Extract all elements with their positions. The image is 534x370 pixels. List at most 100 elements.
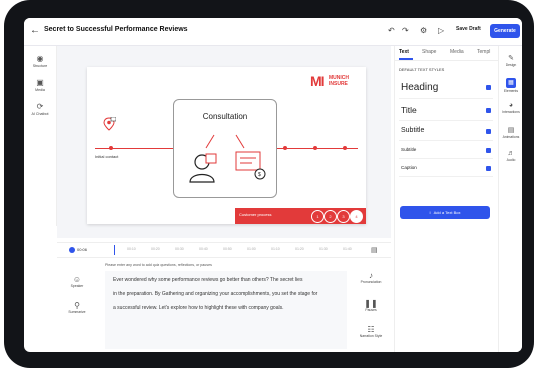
design-icon: ✎: [508, 55, 514, 62]
narration-style-button[interactable]: ☷ Narration Style: [351, 325, 391, 338]
narration-script-editor[interactable]: Ever wondered why some performance revie…: [105, 271, 347, 349]
rail-item-interactions[interactable]: ◕ Interactions: [499, 102, 522, 114]
speaker-avatar-icon: ☺: [72, 275, 82, 284]
style-toggle[interactable]: [486, 148, 491, 153]
step-4[interactable]: 4: [350, 210, 363, 223]
left-rail: ◉ Structure ▣ Media ⟳ AI Chatbot: [24, 46, 57, 226]
tool-label: Pauses: [365, 308, 377, 312]
style-toggle[interactable]: [486, 85, 491, 90]
interactions-icon: ◕: [508, 102, 514, 109]
page-title: Secret to Successful Performance Reviews: [44, 26, 188, 33]
style-caption-label: Caption: [401, 165, 417, 170]
rail-item-audio[interactable]: ♬ Audio: [499, 150, 522, 162]
tab-templates[interactable]: Templ: [477, 49, 490, 55]
tab-text[interactable]: Text: [399, 49, 409, 55]
script-line: a successful review. Let's explore how t…: [113, 305, 284, 311]
rail-label: Design: [505, 63, 517, 67]
rail-item-animations[interactable]: ▤ Animations: [499, 126, 522, 139]
step-3[interactable]: 3: [337, 210, 350, 223]
rail-label: Structure: [32, 64, 48, 68]
summarize-button[interactable]: ⚲ Summarize: [57, 301, 97, 314]
properties-panel: Text Shape Media Templ DEFAULT TEXT STYL…: [394, 46, 499, 352]
add-text-box-button[interactable]: I Add a Text Box: [400, 206, 490, 219]
initial-contact-label: Initial contact: [95, 154, 119, 159]
timeline-tick: 00:40: [199, 247, 208, 251]
playhead[interactable]: [114, 245, 115, 255]
editor-canvas: MI MUNICH INSURE Initial contact Consulta…: [57, 46, 391, 238]
customer-process-label: Customer process: [239, 212, 272, 217]
rail-label: AI Chatbot: [31, 112, 49, 116]
save-draft-button[interactable]: Save Draft: [456, 26, 481, 32]
script-line: in the preparation. By Gathering and org…: [113, 291, 318, 297]
rail-label: Elements: [503, 89, 519, 93]
tab-shape[interactable]: Shape: [422, 49, 436, 55]
timeline-tick: 00:50: [223, 247, 232, 251]
style-heading-label: Heading: [401, 82, 439, 93]
timeline-tick: 01:30: [319, 247, 328, 251]
tab-media[interactable]: Media: [450, 49, 464, 55]
consultation-box[interactable]: Consultation $: [173, 99, 277, 198]
rail-item-media[interactable]: ▣ Media: [24, 78, 56, 92]
step-1[interactable]: 1: [311, 210, 324, 223]
play-icon[interactable]: [69, 247, 75, 253]
rail-label: Audio: [506, 158, 516, 162]
slide[interactable]: MI MUNICH INSURE Initial contact Consulta…: [87, 67, 366, 224]
svg-text:$: $: [258, 172, 261, 178]
narration-panel: 00:06 00:10 00:20 00:30 00:40 00:50 01:0…: [57, 242, 391, 352]
narration-style-icon: ☷: [367, 325, 375, 334]
rail-item-structure[interactable]: ◉ Structure: [24, 54, 56, 68]
generate-button[interactable]: Generate: [490, 24, 520, 38]
rail-label: Animations: [502, 135, 520, 139]
active-tab-indicator: [399, 58, 413, 60]
structure-icon: ◉: [36, 54, 44, 63]
redo-icon[interactable]: ↷: [402, 26, 409, 35]
preview-play-icon[interactable]: ▷: [438, 26, 444, 35]
rail-label: Media: [35, 88, 45, 92]
style-subtitle-label: Subtitle: [401, 127, 425, 134]
style-title[interactable]: Title: [399, 100, 493, 121]
timeline[interactable]: 00:06 00:10 00:20 00:30 00:40 00:50 01:0…: [57, 243, 391, 258]
timeline-tick: 01:00: [247, 247, 256, 251]
style-caption[interactable]: Caption: [399, 160, 493, 177]
logo-mark: MI: [310, 73, 325, 89]
app-screen: ← Secret to Successful Performance Revie…: [24, 18, 522, 352]
consultation-illustration: $: [189, 134, 266, 183]
undo-icon[interactable]: ↶: [388, 26, 395, 35]
rail-item-elements[interactable]: ▦ Elements: [499, 78, 522, 93]
timeline-tick: 01:40: [343, 247, 352, 251]
timeline-tick: 01:20: [295, 247, 304, 251]
pronunciation-button[interactable]: ♪ Pronunciation: [351, 271, 391, 284]
rail-label: Interactions: [502, 110, 520, 114]
style-toggle[interactable]: [486, 129, 491, 134]
location-pin-icon: [103, 117, 116, 131]
current-time: 00:06: [77, 247, 88, 252]
timeline-tick: 00:10: [127, 247, 136, 251]
timeline-settings-icon[interactable]: ▤: [371, 246, 378, 254]
narration-tools-right: ♪ Pronunciation ❚❚ Pauses ☷ Narration St…: [351, 259, 391, 352]
process-dot: [109, 146, 113, 150]
style-subtitle[interactable]: Subtitle: [399, 122, 493, 141]
back-arrow-icon[interactable]: ←: [30, 25, 40, 36]
pauses-button[interactable]: ❚❚ Pauses: [351, 299, 391, 312]
tool-label: Summarize: [68, 310, 86, 314]
text-cursor-icon: I: [429, 210, 431, 215]
step-2[interactable]: 2: [324, 210, 337, 223]
right-rail: ✎ Design ▦ Elements ◕ Interactions ▤ Ani…: [498, 46, 522, 352]
style-toggle[interactable]: [486, 166, 491, 171]
rail-item-design[interactable]: ✎ Design: [499, 54, 522, 67]
style-heading[interactable]: Heading: [399, 78, 493, 99]
tool-label: Pronunciation: [360, 280, 382, 284]
settings-gear-icon[interactable]: ⚙: [420, 26, 427, 35]
tablet-frame: ← Secret to Successful Performance Revie…: [4, 0, 534, 368]
process-dot: [283, 146, 287, 150]
style-toggle[interactable]: [486, 108, 491, 113]
default-text-styles-heading: DEFAULT TEXT STYLES: [399, 67, 445, 72]
speaker-button[interactable]: ☺ Speaker: [57, 275, 97, 288]
pronunciation-icon: ♪: [369, 271, 373, 280]
style-subtitle-small[interactable]: Subtitle: [399, 142, 493, 159]
script-notice: Please enter any word to add quiz questi…: [105, 263, 212, 267]
elements-icon: ▦: [506, 78, 516, 88]
rail-item-ai-chatbot[interactable]: ⟳ AI Chatbot: [24, 102, 56, 116]
top-bar: ← Secret to Successful Performance Revie…: [24, 18, 522, 46]
pause-icon: ❚❚: [364, 299, 378, 308]
